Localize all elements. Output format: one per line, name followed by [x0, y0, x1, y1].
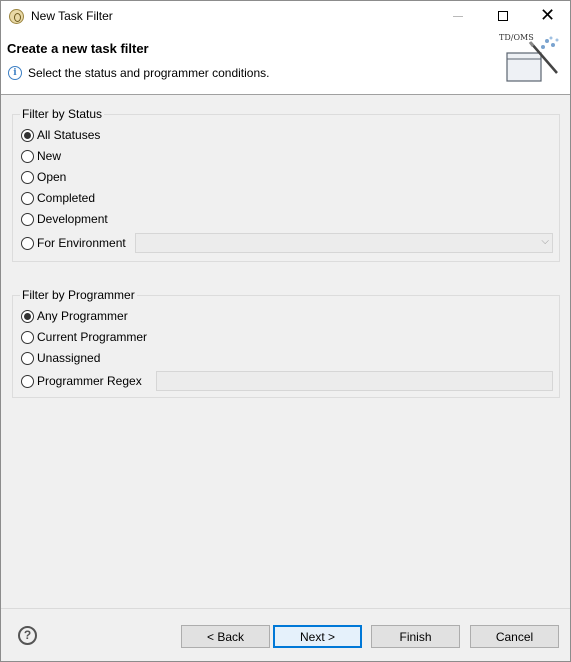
cancel-button[interactable]: Cancel	[470, 625, 559, 648]
radio-current-programmer[interactable]	[21, 330, 34, 344]
status-option-completed[interactable]: Completed	[21, 190, 95, 206]
minimize-button[interactable]	[435, 1, 480, 31]
status-filter-group: Filter by Status All Statuses New Open C…	[12, 107, 560, 262]
status-option-open[interactable]: Open	[21, 169, 66, 185]
radio-any-programmer[interactable]	[21, 309, 34, 323]
status-group-legend: Filter by Status	[20, 107, 105, 121]
radio-label: Unassigned	[37, 351, 101, 365]
close-icon: ✕	[539, 5, 556, 26]
programmer-regex-input[interactable]	[156, 371, 553, 391]
radio-for-environment[interactable]	[21, 236, 34, 250]
radio-completed[interactable]	[21, 191, 34, 205]
title-bar: New Task Filter ✕	[1, 1, 570, 31]
radio-label: Current Programmer	[37, 330, 148, 344]
radio-development[interactable]	[21, 212, 34, 226]
info-icon: i	[8, 66, 22, 80]
maximize-button[interactable]	[480, 1, 525, 31]
radio-label: Completed	[37, 191, 96, 205]
programmer-option-current[interactable]: Current Programmer	[21, 329, 147, 345]
footer-separator	[1, 608, 570, 609]
radio-all-statuses[interactable]	[21, 128, 34, 142]
status-option-development[interactable]: Development	[21, 211, 108, 227]
wizard-banner-icon: TD/OMS	[499, 33, 559, 82]
next-button[interactable]: Next >	[273, 625, 362, 648]
close-button[interactable]: ✕	[525, 1, 570, 31]
programmer-option-regex[interactable]: Programmer Regex	[21, 373, 142, 389]
radio-programmer-regex[interactable]	[21, 374, 34, 388]
radio-label: Any Programmer	[37, 309, 128, 323]
status-option-environment[interactable]: For Environment	[21, 235, 126, 251]
radio-new[interactable]	[21, 149, 34, 163]
wizard-logo-text: TD/OMS	[499, 33, 534, 42]
programmer-option-any[interactable]: Any Programmer	[21, 308, 128, 324]
page-description: Select the status and programmer conditi…	[28, 66, 270, 80]
minimize-icon	[452, 15, 463, 17]
new-task-filter-dialog: New Task Filter ✕ Create a new task filt…	[0, 0, 571, 662]
programmer-group-legend: Filter by Programmer	[20, 288, 137, 302]
radio-label: For Environment	[37, 236, 126, 250]
programmer-filter-group: Filter by Programmer Any Programmer Curr…	[12, 288, 560, 398]
status-option-all[interactable]: All Statuses	[21, 127, 100, 143]
back-button[interactable]: < Back	[181, 625, 270, 648]
environment-combo[interactable]: ⌵	[135, 233, 553, 253]
radio-label: New	[37, 149, 62, 163]
radio-label: Development	[37, 212, 108, 226]
finish-button[interactable]: Finish	[371, 625, 460, 648]
help-icon[interactable]: ?	[18, 626, 37, 645]
radio-label: Open	[37, 170, 67, 184]
status-option-new[interactable]: New	[21, 148, 61, 164]
radio-label: All Statuses	[37, 128, 101, 142]
programmer-option-unassigned[interactable]: Unassigned	[21, 350, 100, 366]
maximize-icon	[497, 11, 508, 21]
wizard-banner: Create a new task filter i Select the st…	[1, 31, 570, 95]
app-icon	[9, 9, 24, 24]
radio-unassigned[interactable]	[21, 351, 34, 365]
dropdown-arrow-icon[interactable]: ⌵	[541, 236, 549, 247]
page-title: Create a new task filter	[7, 41, 149, 56]
radio-open[interactable]	[21, 170, 34, 184]
radio-label: Programmer Regex	[37, 374, 142, 388]
window-title: New Task Filter	[31, 9, 113, 23]
